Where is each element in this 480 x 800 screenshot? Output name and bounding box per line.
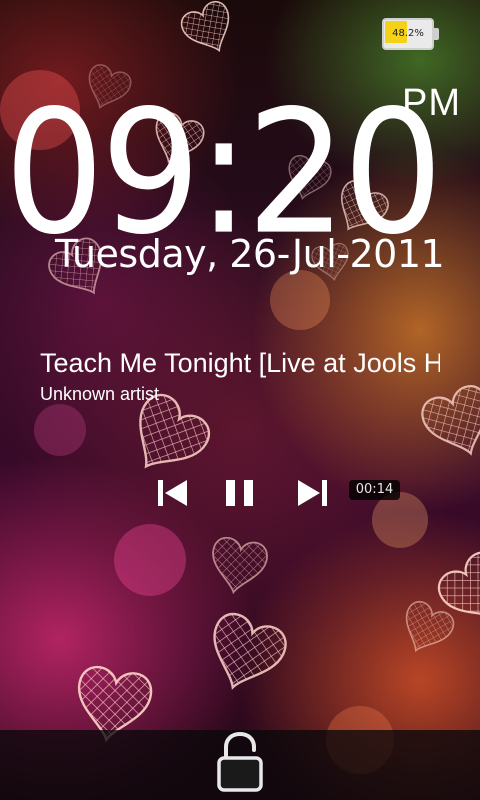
bokeh-decoration bbox=[270, 270, 330, 330]
battery-icon: 48.2% bbox=[382, 18, 439, 50]
clock-date: Tuesday, 26-Jul-2011 bbox=[55, 232, 445, 276]
heart-decoration bbox=[405, 600, 455, 653]
unlock-icon bbox=[217, 731, 263, 792]
pause-button[interactable] bbox=[218, 470, 262, 514]
track-title: Teach Me Tonight [Live at Jools Holland] bbox=[40, 348, 440, 378]
skip-next-icon bbox=[298, 480, 327, 506]
skip-previous-icon bbox=[158, 480, 187, 506]
heart-decoration bbox=[213, 612, 287, 690]
next-track-button[interactable] bbox=[290, 470, 334, 514]
lock-screen: 48.2% PM 09:20 Tuesday, 26-Jul-2011 Teac… bbox=[0, 0, 480, 800]
pause-icon bbox=[226, 480, 253, 506]
battery-tip bbox=[434, 28, 439, 40]
bokeh-decoration bbox=[372, 492, 428, 548]
bokeh-decoration bbox=[34, 404, 86, 456]
unlock-handle[interactable] bbox=[214, 731, 266, 794]
heart-decoration bbox=[180, 0, 230, 53]
track-artist: Unknown artist bbox=[40, 384, 160, 404]
battery-percentage: 48.2% bbox=[392, 28, 424, 39]
bokeh-decoration bbox=[114, 524, 186, 596]
heart-decoration bbox=[421, 385, 480, 456]
elapsed-time: 00:14 bbox=[349, 480, 400, 500]
previous-track-button[interactable] bbox=[151, 470, 195, 514]
heart-decoration bbox=[212, 536, 268, 595]
